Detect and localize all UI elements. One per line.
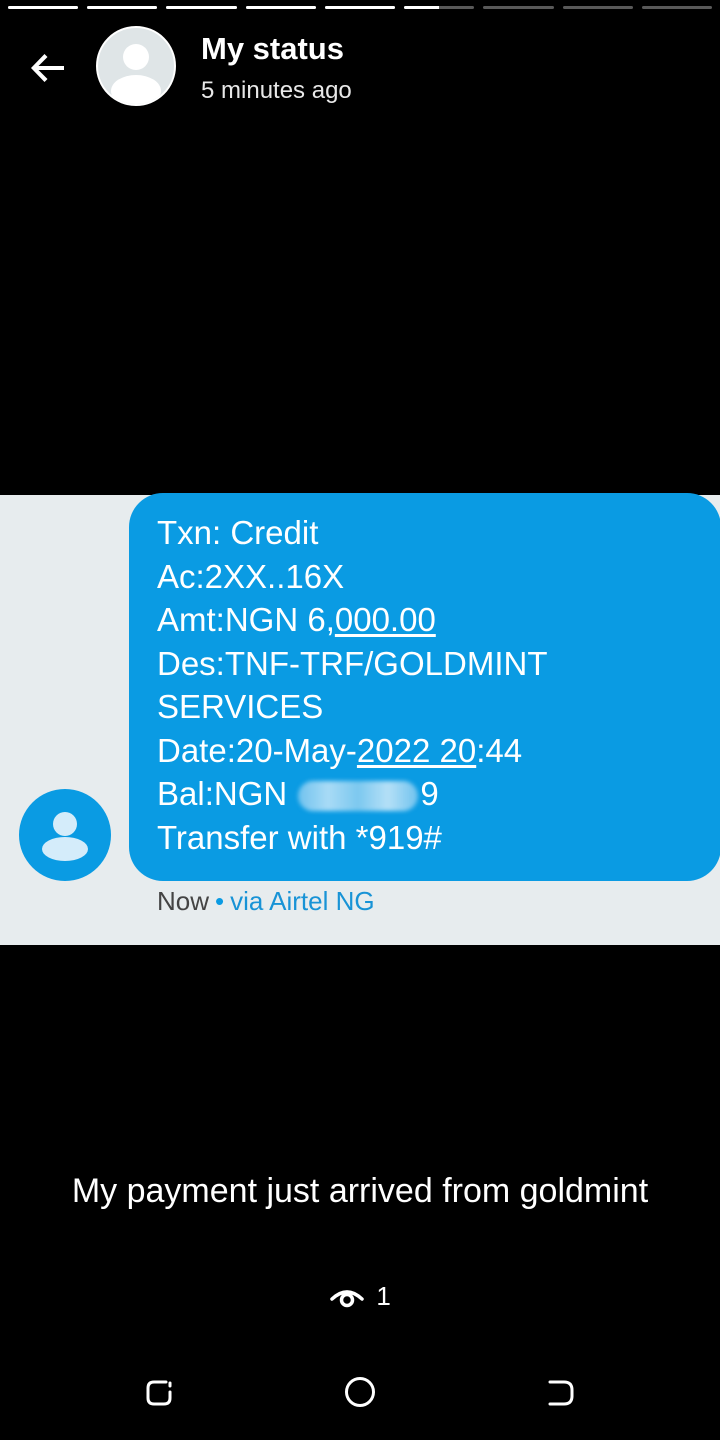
sms-balance-prefix: Bal:NGN: [157, 775, 297, 812]
sms-line-date: Date:20-May-2022 20:44: [157, 729, 720, 773]
sms-amount-prefix: Amt:NGN 6,: [157, 601, 335, 638]
progress-segment: [8, 6, 79, 9]
progress-segment-fill: [324, 6, 396, 9]
sms-balance-suffix: 9: [420, 775, 439, 812]
sms-line-amount: Amt:NGN 6,000.00: [157, 598, 720, 642]
progress-segment-fill: [245, 6, 316, 9]
sms-line-description-cont: SERVICES: [157, 688, 324, 725]
sms-line-balance: Bal:NGN 9: [157, 772, 720, 816]
progress-segment: [166, 6, 237, 9]
progress-segment: [87, 6, 158, 9]
sms-amount-link: 000.00: [334, 601, 436, 638]
progress-segment: [324, 6, 396, 9]
sms-message-bubble: Txn: Credit Ac:2XX..16X Amt:NGN 6,000.00…: [129, 493, 720, 881]
sms-line-account: Ac:2XX..16X: [157, 557, 345, 595]
progress-segment-fill: [166, 6, 237, 9]
profile-avatar-icon[interactable]: [96, 26, 176, 106]
sms-line-transfer: Transfer with *919#: [157, 818, 442, 856]
sms-date-prefix: Date:20-May-: [157, 731, 357, 769]
balance-redaction-blur: [298, 781, 419, 812]
status-header: My status 5 minutes ago: [0, 26, 720, 106]
sms-date-link: 2022 20: [356, 731, 477, 769]
views-counter[interactable]: 1: [0, 1281, 720, 1312]
sms-contact-avatar-icon: [19, 789, 111, 881]
progress-segment-fill: [8, 6, 79, 9]
progress-segment: [404, 6, 475, 9]
progress-segment: [483, 6, 554, 9]
views-count: 1: [376, 1281, 391, 1311]
status-title: My status: [201, 31, 344, 66]
status-progress-bar: [8, 6, 712, 10]
recent-apps-icon[interactable]: [142, 1374, 178, 1410]
sms-line-description: Des:TNF-TRF/GOLDMINT: [157, 644, 548, 682]
eye-icon: [329, 1281, 376, 1311]
sms-separator: •: [215, 886, 225, 916]
progress-segment: [562, 6, 633, 9]
sms-time: Now: [157, 886, 210, 916]
progress-segment-fill: [87, 6, 158, 9]
sms-date-suffix: :44: [476, 731, 523, 769]
back-nav-icon[interactable]: [542, 1374, 578, 1410]
status-timestamp: 5 minutes ago: [201, 77, 352, 104]
home-circle-icon[interactable]: [342, 1374, 378, 1410]
sms-line-txn: Txn: Credit: [157, 514, 319, 551]
status-caption: My payment just arrived from goldmint: [71, 1172, 649, 1210]
system-nav-bar: [0, 1360, 720, 1424]
sms-meta: Now • via Airtel NG: [157, 886, 375, 917]
sms-screenshot-image: Txn: Credit Ac:2XX..16X Amt:NGN 6,000.00…: [0, 493, 720, 945]
progress-segment: [641, 6, 712, 9]
sms-carrier: via Airtel NG: [230, 886, 375, 916]
progress-segment-fill: [404, 6, 440, 9]
back-arrow-icon[interactable]: [24, 44, 72, 92]
progress-segment: [245, 6, 316, 9]
